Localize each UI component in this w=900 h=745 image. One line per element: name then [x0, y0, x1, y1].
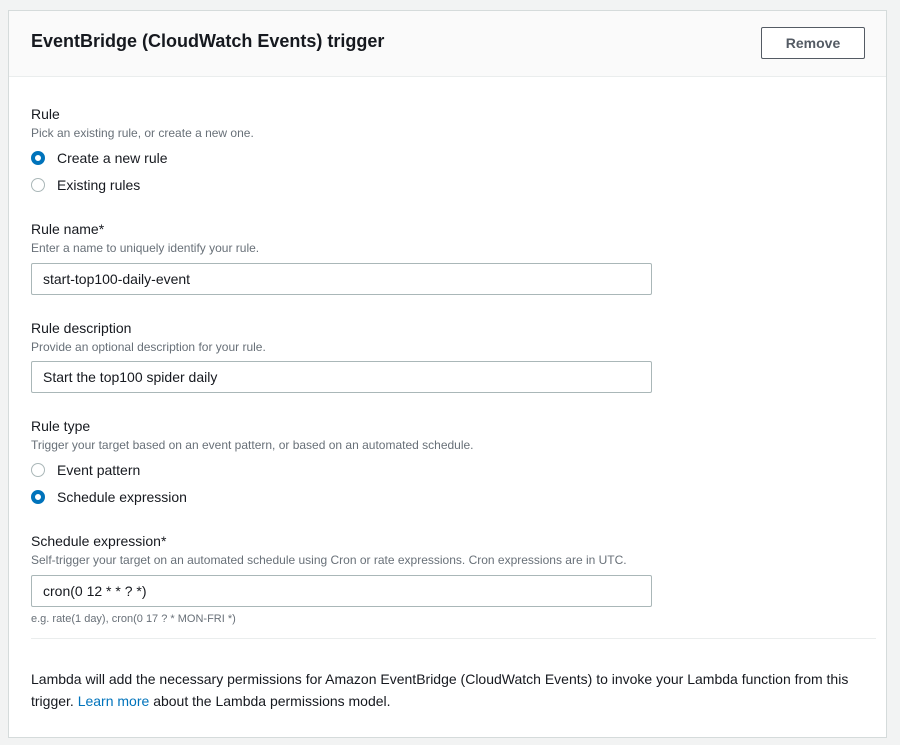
permissions-note-text-end: about the Lambda permissions model.: [153, 693, 391, 709]
rule-description-text: Pick an existing rule, or create a new o…: [31, 126, 254, 140]
learn-more-link[interactable]: Learn more: [78, 693, 150, 709]
radio-button-checked[interactable]: [31, 151, 45, 165]
rule-name-description: Enter a name to uniquely identify your r…: [31, 241, 260, 255]
schedule-expression-hint: e.g. rate(1 day), cron(0 17 ? * MON-FRI …: [31, 613, 236, 625]
radio-label: Create a new rule: [57, 150, 168, 166]
rule-name-input[interactable]: [31, 263, 652, 295]
radio-button[interactable]: [31, 178, 45, 192]
permissions-note: Lambda will add the necessary permission…: [31, 668, 851, 712]
schedule-expression-label: Schedule expression*: [31, 533, 167, 549]
panel-title: EventBridge (CloudWatch Events) trigger: [31, 31, 385, 51]
radio-label: Event pattern: [57, 462, 141, 478]
radio-existing-rules[interactable]: Existing rules: [31, 177, 140, 193]
rule-type-description: Trigger your target based on an event pa…: [31, 438, 474, 452]
rule-label: Rule: [31, 106, 60, 122]
rule-description-help: Provide an optional description for your…: [31, 340, 266, 354]
rule-description-input[interactable]: [31, 361, 652, 393]
radio-create-new-rule[interactable]: Create a new rule: [31, 150, 168, 166]
rule-type-label: Rule type: [31, 418, 91, 434]
radio-button-checked[interactable]: [31, 490, 45, 504]
trigger-panel: EventBridge (CloudWatch Events) trigger …: [8, 10, 887, 738]
rule-name-label: Rule name*: [31, 221, 105, 237]
rule-description-label: Rule description: [31, 320, 132, 336]
radio-event-pattern[interactable]: Event pattern: [31, 462, 140, 478]
remove-button[interactable]: Remove: [761, 27, 865, 59]
panel-header: EventBridge (CloudWatch Events) trigger …: [9, 11, 886, 77]
schedule-expression-input[interactable]: [31, 575, 652, 607]
radio-label: Existing rules: [57, 177, 141, 193]
radio-label: Schedule expression: [57, 489, 187, 505]
schedule-expression-description: Self-trigger your target on an automated…: [31, 553, 627, 567]
radio-button[interactable]: [31, 463, 45, 477]
divider: [31, 638, 876, 639]
radio-schedule-expression[interactable]: Schedule expression: [31, 489, 187, 505]
